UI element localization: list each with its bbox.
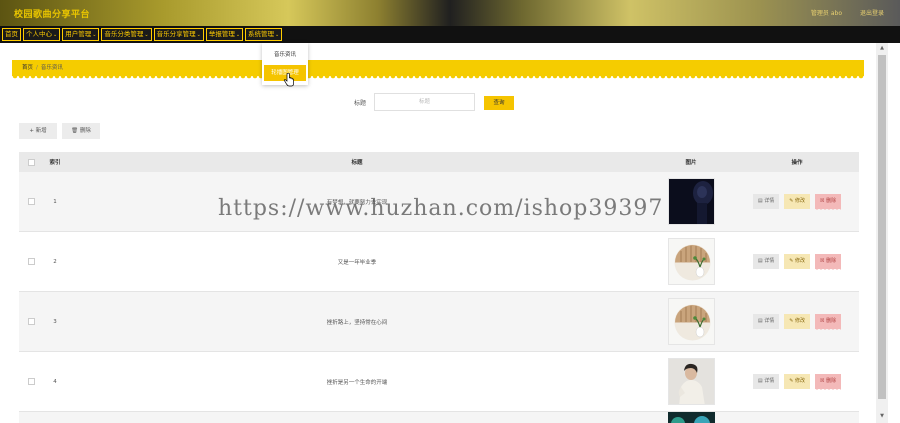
edit-label: 修改 xyxy=(795,258,806,264)
vertical-scrollbar[interactable]: ▲ ▼ xyxy=(876,43,888,423)
breadcrumb-current: 音乐资讯 xyxy=(40,65,63,71)
select-all-checkbox[interactable] xyxy=(27,158,35,166)
header-title: 标题 xyxy=(351,160,363,166)
edit-button[interactable]: ✎ 修改 xyxy=(784,374,811,389)
breadcrumb-separator: / xyxy=(36,65,38,71)
header-bar: 校园歌曲分享平台 管理员 abo 退出登录 xyxy=(0,0,900,26)
chevron-down-icon: ⌄ xyxy=(235,32,241,38)
nav-label: 音乐分类管理 xyxy=(104,30,144,38)
row-checkbox[interactable] xyxy=(27,258,35,265)
row-index: 4 xyxy=(53,378,57,385)
scroll-up-icon[interactable]: ▲ xyxy=(876,45,888,53)
delete-label: 删除 xyxy=(826,318,837,324)
nav-label: 系统管理 xyxy=(248,30,275,38)
detail-label: 详情 xyxy=(764,198,775,204)
detail-button[interactable]: ▤ 详情 xyxy=(752,374,780,389)
row-index: 3 xyxy=(53,318,57,325)
batch-delete-button[interactable]: 🗑 删除 xyxy=(62,123,100,139)
breadcrumb-home[interactable]: 首页 xyxy=(22,65,33,71)
delete-label: 删除 xyxy=(826,378,837,384)
portrait-image xyxy=(668,359,714,404)
breadcrumb-wave-decoration xyxy=(12,76,864,80)
breadcrumb: 首页 / 音乐资讯 xyxy=(12,60,864,76)
detail-button[interactable]: ▤ 详情 xyxy=(752,194,780,209)
row-thumbnail[interactable] xyxy=(667,238,715,285)
nav-user-management[interactable]: 用户管理⌄ xyxy=(62,28,100,41)
row-index: 2 xyxy=(53,258,57,265)
add-button[interactable]: + 新增 xyxy=(19,123,57,139)
nav-label: 音乐分享管理 xyxy=(156,30,196,38)
nav-report-management[interactable]: 举报管理⌄ xyxy=(205,28,244,41)
row-thumbnail[interactable] xyxy=(667,358,715,405)
row-title: 挫折是另一个生命的开端 xyxy=(326,379,388,386)
nav-home[interactable]: 首页 xyxy=(2,28,21,41)
nav-system-management[interactable]: 系统管理⌄ xyxy=(245,28,283,41)
header-index: 索引 xyxy=(49,160,61,166)
logout-link[interactable]: 退出登录 xyxy=(860,8,884,17)
edit-label: 修改 xyxy=(795,318,806,324)
table-row xyxy=(19,412,859,423)
menu-item-music-news[interactable]: 音乐资讯 xyxy=(264,47,306,63)
detail-label: 详情 xyxy=(764,378,775,384)
delete-button[interactable]: ☒ 删除 xyxy=(815,314,842,331)
nav-label: 举报管理 xyxy=(208,30,235,38)
delete-label: 删除 xyxy=(826,258,837,264)
nav-music-share[interactable]: 音乐分享管理⌄ xyxy=(153,28,204,41)
scroll-thumb[interactable] xyxy=(878,55,886,399)
row-thumbnail[interactable] xyxy=(667,298,715,345)
detail-label: 详情 xyxy=(764,318,775,324)
search-label: 标题 xyxy=(354,100,367,107)
nav-label: 首页 xyxy=(5,30,18,38)
delete-button[interactable]: ☒ 删除 xyxy=(815,254,842,271)
nav-label: 个人中心 xyxy=(26,30,52,38)
row-checkbox[interactable] xyxy=(27,198,35,205)
row-checkbox[interactable] xyxy=(27,378,35,385)
table-row: 2 又是一年毕业季 ▤ 详情 ✎ 修改 ☒ 删除 xyxy=(19,232,859,292)
delete-button[interactable]: ☒ 删除 xyxy=(815,374,842,391)
row-title: 挫折路上，坚持常在心间 xyxy=(326,319,388,326)
row-thumbnail[interactable] xyxy=(667,412,715,423)
search-button[interactable]: 查询 xyxy=(484,96,514,110)
table-row: 4 挫折是另一个生命的开端 ▤ 详情 ✎ 修改 ☒ 删除 xyxy=(19,352,859,412)
detail-button[interactable]: ▤ 详情 xyxy=(752,314,780,329)
plant-vase-image xyxy=(668,299,714,344)
delete-button[interactable]: ☒ 删除 xyxy=(815,194,842,211)
plant-vase-image xyxy=(668,239,714,284)
watermark-text: https://www.huzhan.com/ishop39397 xyxy=(218,196,664,221)
row-thumbnail[interactable] xyxy=(667,178,715,225)
scroll-down-icon[interactable]: ▼ xyxy=(876,413,888,421)
delete-label: 删除 xyxy=(826,198,837,204)
edit-button[interactable]: ✎ 修改 xyxy=(784,314,811,329)
row-title: 又是一年毕业季 xyxy=(337,259,377,266)
table-row: 3 挫折路上，坚持常在心间 ▤ 详情 ✎ 修改 ☒ 删除 xyxy=(19,292,859,352)
nav-music-category[interactable]: 音乐分类管理⌄ xyxy=(101,28,152,41)
nav-personal-center[interactable]: 个人中心⌄ xyxy=(23,28,61,41)
news-table: 索引 标题 图片 操作 1 有梦想，就要努力去实现 ▤ 详情 ✎ 修改 ☒ 删除 xyxy=(19,152,859,423)
chevron-down-icon: ⌄ xyxy=(196,32,201,38)
chevron-down-icon: ⌄ xyxy=(144,32,149,38)
row-index: 1 xyxy=(53,198,57,205)
app-title: 校园歌曲分享平台 xyxy=(14,10,91,20)
detail-label: 详情 xyxy=(764,258,775,264)
chevron-down-icon: ⌄ xyxy=(275,32,280,38)
current-user: 管理员 abo xyxy=(810,10,842,17)
dark-scene-image xyxy=(668,179,714,224)
chevron-down-icon: ⌄ xyxy=(53,32,58,38)
row-checkbox[interactable] xyxy=(27,318,35,325)
edit-label: 修改 xyxy=(795,378,806,384)
search-input[interactable] xyxy=(374,93,475,111)
nav-label: 用户管理 xyxy=(65,30,92,38)
header-image: 图片 xyxy=(685,160,697,166)
edit-label: 修改 xyxy=(795,198,806,204)
edit-button[interactable]: ✎ 修改 xyxy=(784,194,811,209)
edit-button[interactable]: ✎ 修改 xyxy=(784,254,811,269)
hand-cursor-icon xyxy=(283,73,294,87)
table-header: 索引 标题 图片 操作 xyxy=(19,152,859,172)
chevron-down-icon: ⌄ xyxy=(92,32,97,38)
main-nav: 首页 个人中心⌄ 用户管理⌄ 音乐分类管理⌄ 音乐分享管理⌄ 举报管理⌄ 系统管… xyxy=(0,26,900,43)
partial-image xyxy=(667,412,715,423)
detail-button[interactable]: ▤ 详情 xyxy=(752,254,780,269)
header-ops: 操作 xyxy=(791,160,803,166)
